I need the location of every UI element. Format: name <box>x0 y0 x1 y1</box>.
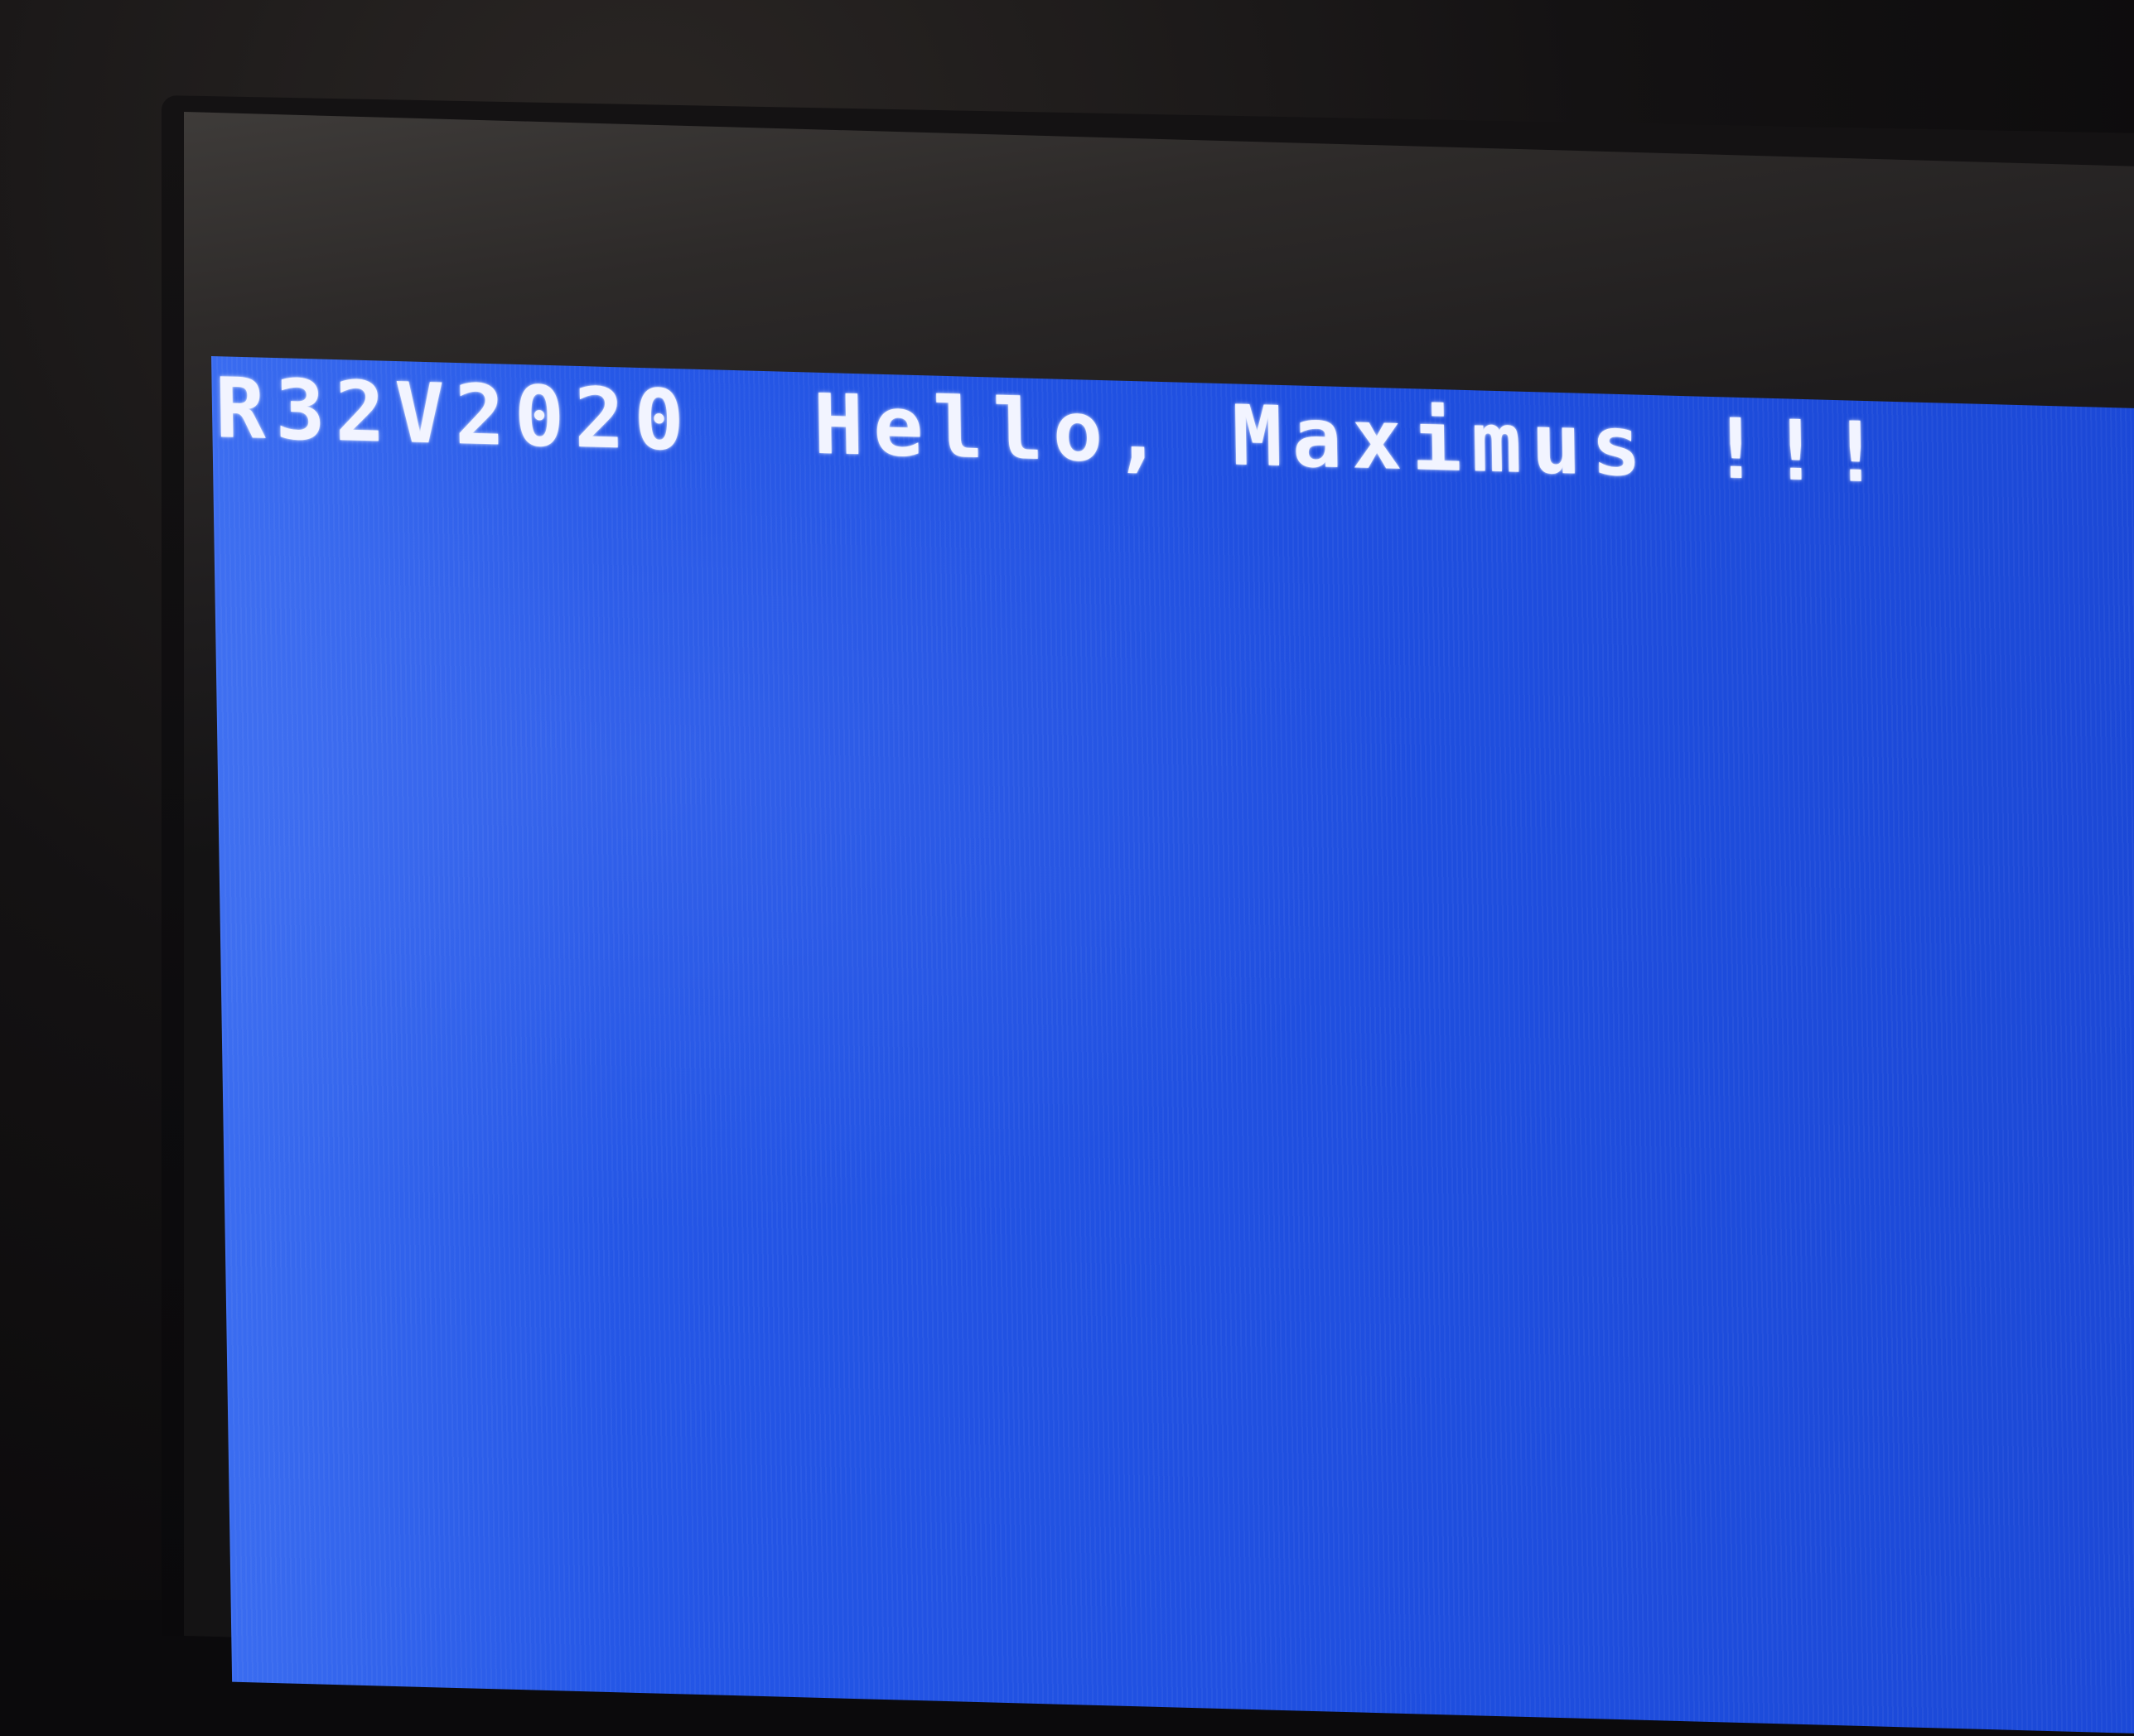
display-screen: R32V2020 Hello, Maximus !!! <box>211 356 2134 1736</box>
